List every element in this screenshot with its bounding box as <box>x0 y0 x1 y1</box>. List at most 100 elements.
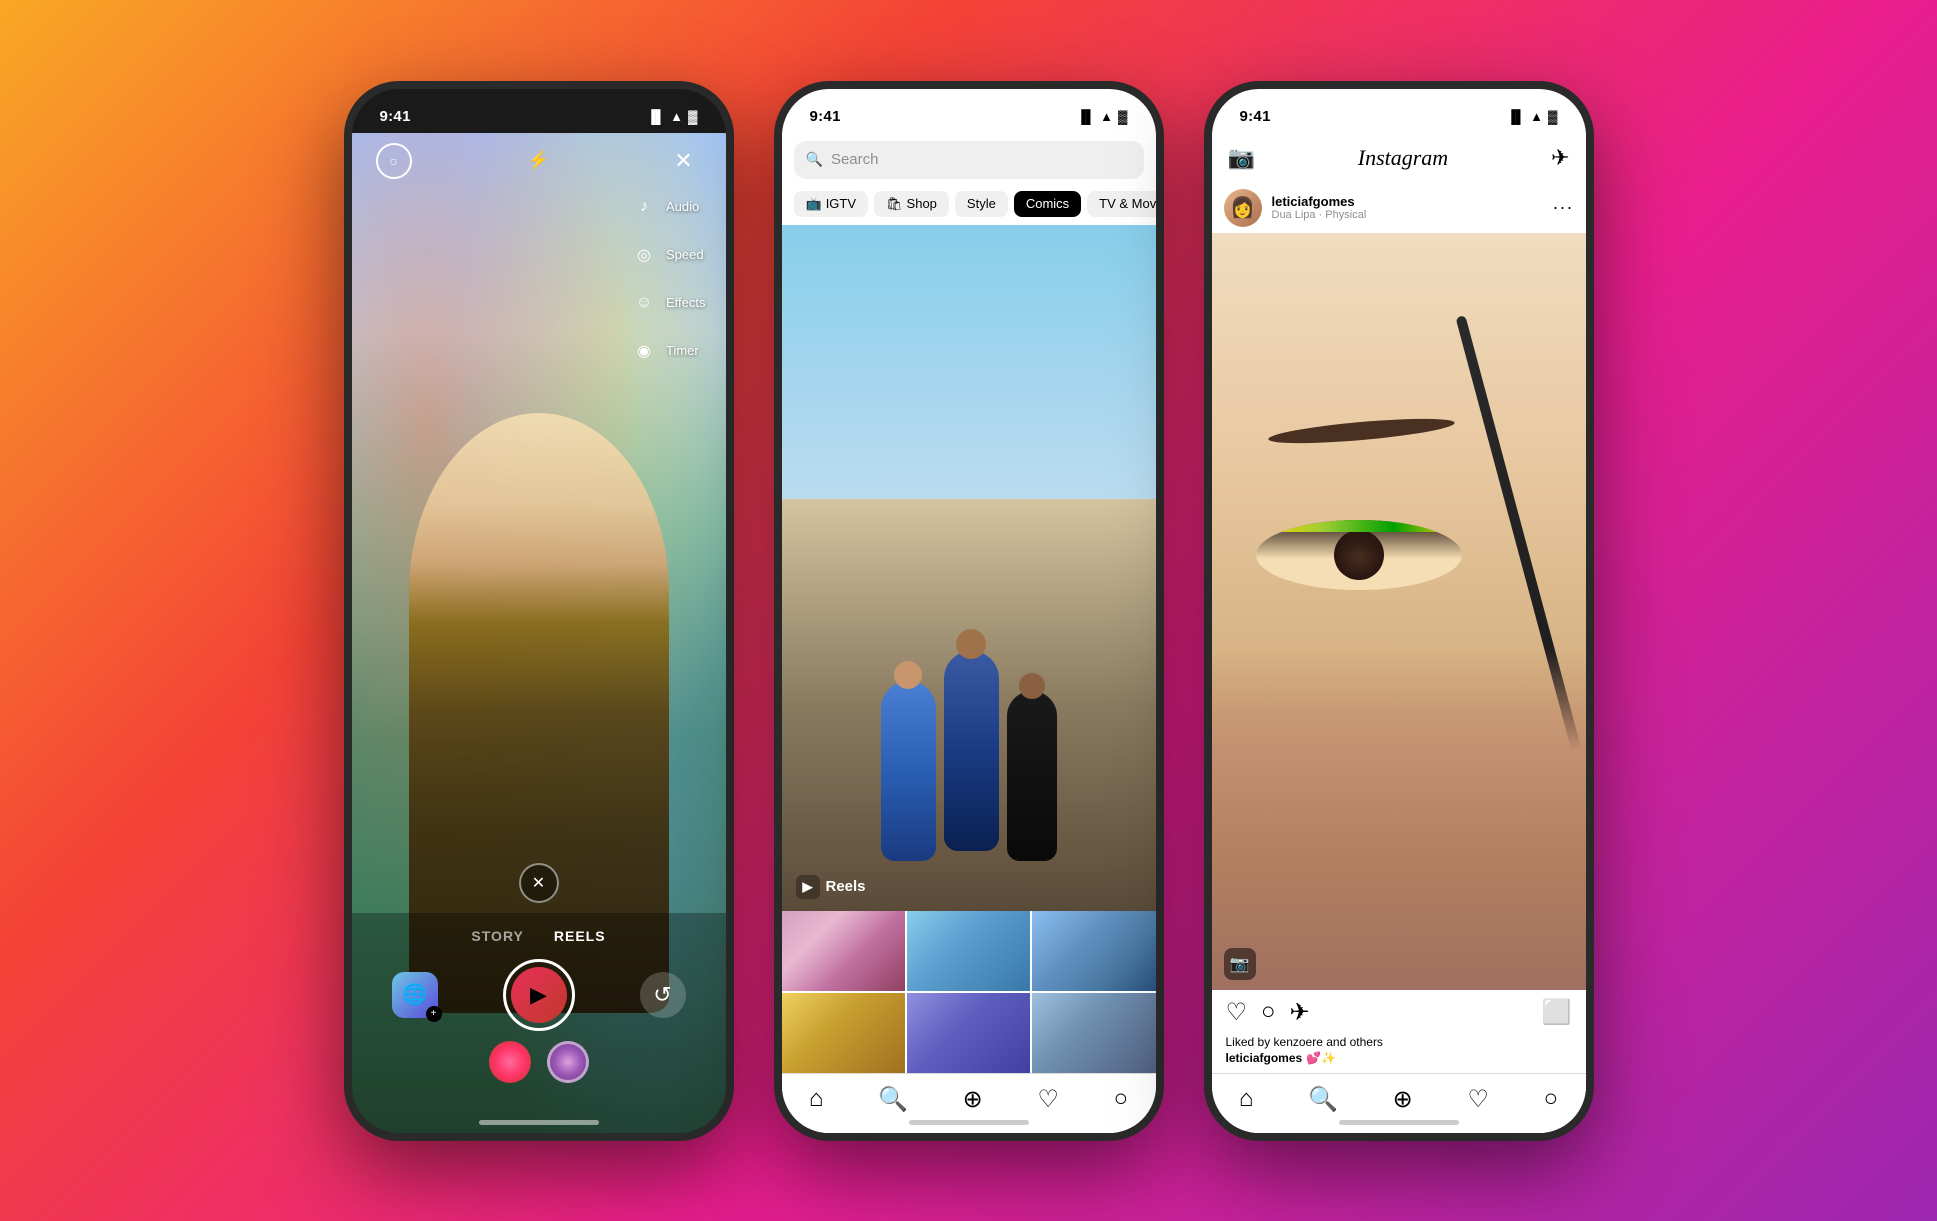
eye-area <box>1256 520 1462 590</box>
audio-icon: ♪ <box>630 193 658 221</box>
style-label: Style <box>967 196 996 211</box>
audio-tool[interactable]: ♪ Audio <box>630 193 706 221</box>
home-indicator-2 <box>909 1120 1029 1125</box>
instagram-logo: Instagram <box>1358 145 1448 171</box>
timer-label: Timer <box>666 343 699 358</box>
nav3-search-icon[interactable]: 🔍 <box>1308 1085 1338 1114</box>
tab-comics[interactable]: Comics <box>1014 191 1081 217</box>
category-tabs: 📺 IGTV 🛍 Shop Style Comics TV & Movies <box>782 187 1156 225</box>
search-bar[interactable]: 🔍 Search <box>794 141 1144 179</box>
igtv-icon: 📺 <box>806 196 822 212</box>
thumb-4[interactable] <box>782 993 905 1073</box>
status-icons-1: ▐▌ ▲ ▓ <box>647 109 698 124</box>
thumb-1[interactable] <box>782 911 905 991</box>
story-mode[interactable]: STORY <box>471 928 523 944</box>
camera-tools: ♪ Audio ◎ Speed ☺ Effects ◉ Timer <box>630 193 706 365</box>
speed-label: Speed <box>666 247 704 262</box>
comment-icon[interactable]: ○ <box>1261 998 1276 1027</box>
phone-1: 9:41 ▐▌ ▲ ▓ ○ ⚡ ✕ ♪ Audio ◎ Speed <box>344 81 734 1141</box>
effects-row <box>489 1041 589 1083</box>
post-camera-icon[interactable]: 📷 <box>1224 948 1256 980</box>
timer-tool[interactable]: ◉ Timer <box>630 337 706 365</box>
nav3-home-icon[interactable]: ⌂ <box>1239 1085 1254 1113</box>
nav-search-icon[interactable]: 🔍 <box>878 1085 908 1114</box>
post-user-row: 👩 leticiafgomes Dua Lipa · Physical ··· <box>1212 183 1586 233</box>
search-icon: 🔍 <box>806 151 823 168</box>
effect-1[interactable] <box>489 1041 531 1083</box>
thumb-3[interactable] <box>1032 911 1155 991</box>
nav-add-icon[interactable]: ⊕ <box>963 1085 983 1114</box>
lower-face <box>1212 649 1586 990</box>
nav3-heart-icon[interactable]: ♡ <box>1467 1085 1489 1114</box>
post-screen: 📷 Instagram ✈ 👩 leticiafgomes Dua Lipa ·… <box>1212 133 1586 1133</box>
delete-button[interactable]: ✕ <box>519 863 559 903</box>
reels-mode[interactable]: REELS <box>554 928 606 944</box>
tab-shop[interactable]: 🛍 Shop <box>874 191 949 217</box>
shutter-button[interactable]: ▶ <box>503 959 575 1031</box>
dancer-1-head <box>894 661 922 689</box>
dancer-2-head <box>956 629 986 659</box>
tab-igtv[interactable]: 📺 IGTV <box>794 191 869 217</box>
nav-heart-icon[interactable]: ♡ <box>1037 1085 1059 1114</box>
shutter-inner: ▶ <box>511 967 567 1023</box>
notch-1 <box>474 89 604 119</box>
camera-header-icon[interactable]: 📷 <box>1228 145 1255 171</box>
user-avatar: 👩 <box>1224 189 1262 227</box>
flip-camera-button[interactable]: ↺ <box>640 972 686 1018</box>
nav3-add-icon[interactable]: ⊕ <box>1393 1085 1413 1114</box>
camera-top-controls: ○ ⚡ ✕ <box>352 143 726 179</box>
audio-label: Audio <box>666 199 699 214</box>
dancer-3 <box>1007 691 1057 861</box>
thumb-5[interactable] <box>907 993 1030 1073</box>
post-caption: leticiafgomes 💕✨ <box>1212 1049 1586 1073</box>
nav-profile-icon[interactable]: ○ <box>1114 1085 1129 1113</box>
post-username[interactable]: leticiafgomes <box>1272 194 1367 209</box>
more-options-icon[interactable]: ··· <box>1553 197 1574 218</box>
effects-tool[interactable]: ☺ Effects <box>630 289 706 317</box>
thumb-6[interactable] <box>1032 993 1155 1073</box>
tab-tv-movies[interactable]: TV & Movies <box>1087 191 1155 217</box>
liked-by-label: Liked by kenzoere and others <box>1226 1035 1383 1049</box>
send-icon[interactable]: ✈ <box>1551 145 1569 171</box>
instagram-header: 📷 Instagram ✈ <box>1212 133 1586 183</box>
gallery-button[interactable]: 🌐 + <box>392 972 438 1018</box>
caption-text: 💕✨ <box>1306 1051 1336 1065</box>
comics-label: Comics <box>1026 196 1069 211</box>
status-icons-2: ▐▌ ▲ ▓ <box>1077 109 1128 124</box>
notch-3 <box>1334 89 1464 119</box>
shop-label: Shop <box>907 196 937 211</box>
reels-video: ▶ Reels <box>782 225 1156 911</box>
bookmark-icon[interactable]: ⬜ <box>1542 998 1572 1027</box>
post-subtitle: Dua Lipa · Physical <box>1272 209 1367 221</box>
nav-home-icon[interactable]: ⌂ <box>809 1085 824 1113</box>
effect-2[interactable] <box>547 1041 589 1083</box>
home-indicator-1 <box>479 1120 599 1125</box>
flash-icon[interactable]: ⚡ <box>521 143 557 179</box>
caption-username[interactable]: leticiafgomes <box>1226 1051 1303 1065</box>
camera-screen: ○ ⚡ ✕ ♪ Audio ◎ Speed ☺ Effects ◉ Timer <box>352 133 726 1133</box>
like-icon[interactable]: ♡ <box>1226 998 1248 1027</box>
settings-icon[interactable]: ○ <box>376 143 412 179</box>
dancer-1 <box>881 681 936 861</box>
reels-text: Reels <box>826 878 866 895</box>
phone-2: 9:41 ▐▌ ▲ ▓ 🔍 Search 📺 IGTV 🛍 Shop Style <box>774 81 1164 1141</box>
tab-style[interactable]: Style <box>955 191 1008 217</box>
share-icon[interactable]: ✈ <box>1290 998 1310 1027</box>
effects-icon: ☺ <box>630 289 658 317</box>
gallery-plus-icon: + <box>426 1006 442 1022</box>
status-icons-3: ▐▌ ▲ ▓ <box>1507 109 1558 124</box>
dancer-2 <box>944 651 999 851</box>
close-icon[interactable]: ✕ <box>666 143 702 179</box>
thumb-2[interactable] <box>907 911 1030 991</box>
post-user-left: 👩 leticiafgomes Dua Lipa · Physical <box>1224 189 1367 227</box>
post-image: 📷 <box>1212 233 1586 990</box>
speed-tool[interactable]: ◎ Speed <box>630 241 706 269</box>
shop-icon: 🛍 <box>886 196 903 212</box>
search-placeholder: Search <box>831 151 879 168</box>
status-time-1: 9:41 <box>380 108 411 125</box>
reels-icon: ▶ <box>796 875 820 899</box>
nav3-profile-icon[interactable]: ○ <box>1544 1085 1559 1113</box>
post-actions-left: ♡ ○ ✈ <box>1226 998 1310 1027</box>
timer-icon: ◉ <box>630 337 658 365</box>
notch-2 <box>904 89 1034 119</box>
